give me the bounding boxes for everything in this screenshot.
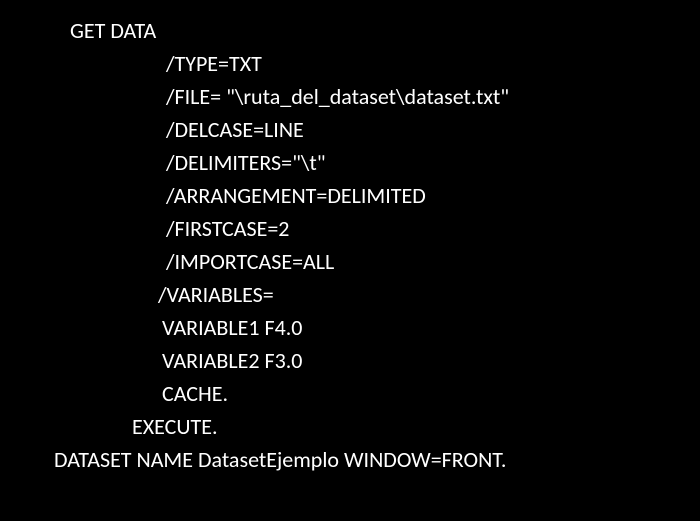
code-line: /VARIABLES= — [0, 278, 700, 311]
code-line: /DELIMITERS="\t" — [0, 146, 700, 179]
code-line: /FIRSTCASE=2 — [0, 212, 700, 245]
code-line: DATASET NAME DatasetEjemplo WINDOW=FRONT… — [0, 443, 700, 476]
code-line: /TYPE=TXT — [0, 47, 700, 80]
code-line: EXECUTE. — [0, 410, 700, 443]
code-line: /FILE= "\ruta_del_dataset\dataset.txt" — [0, 80, 700, 113]
code-line: CACHE. — [0, 377, 700, 410]
code-line: VARIABLE2 F3.0 — [0, 344, 700, 377]
code-line: /IMPORTCASE=ALL — [0, 245, 700, 278]
code-line: /ARRANGEMENT=DELIMITED — [0, 179, 700, 212]
code-line: VARIABLE1 F4.0 — [0, 311, 700, 344]
code-line: GET DATA — [0, 14, 700, 47]
code-block: GET DATA /TYPE=TXT /FILE= "\ruta_del_dat… — [0, 14, 700, 476]
code-line: /DELCASE=LINE — [0, 113, 700, 146]
